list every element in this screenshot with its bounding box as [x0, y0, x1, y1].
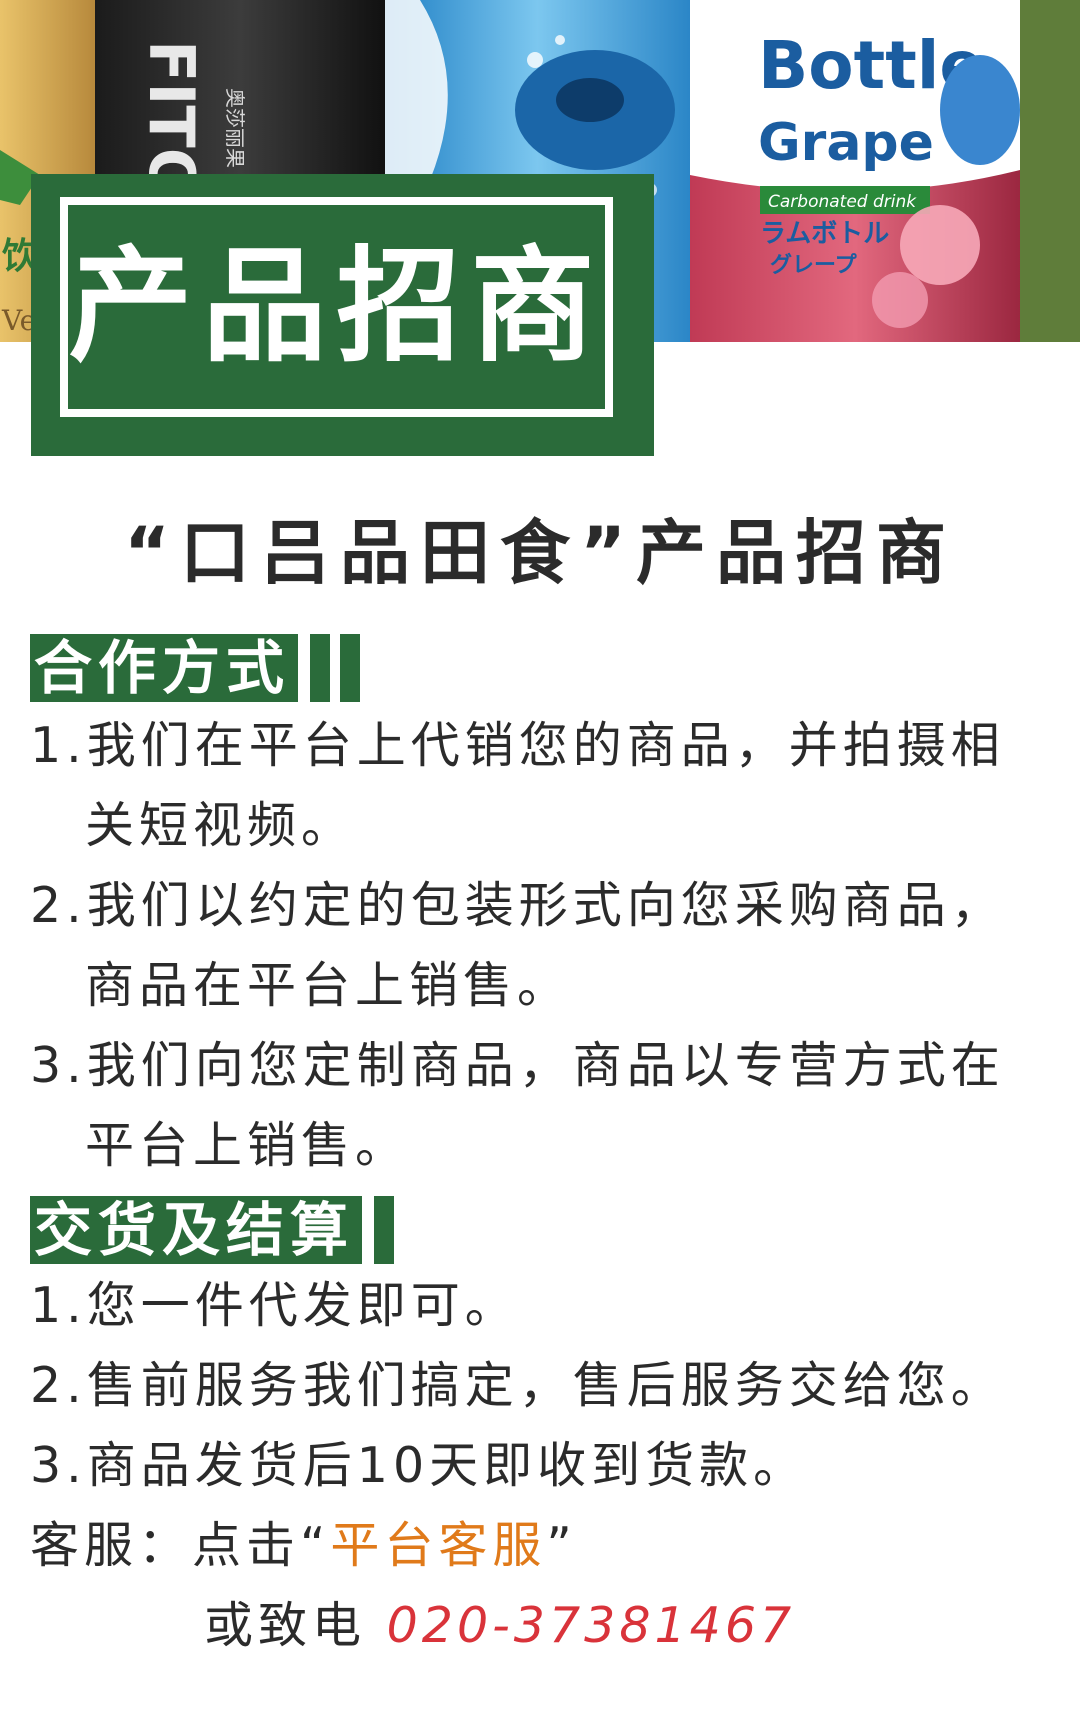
hero-fito-cn: 奥莎丽果: [223, 88, 247, 168]
hero-jp1-text: ラムボトル: [760, 219, 889, 249]
section-stripe: [340, 634, 361, 702]
list-item-text: 商品发货后10天即收到货款。: [86, 1437, 808, 1494]
list-item-number: 3.: [30, 1037, 87, 1094]
list-item-text-continued: 关短视频。: [85, 797, 356, 854]
list-item-number: 3.: [30, 1437, 87, 1494]
customer-service-line: 客服：点击“平台客服”: [30, 1506, 1060, 1586]
list-item-number: 2.: [30, 877, 87, 934]
customer-service-label: 客服：点击: [30, 1517, 301, 1574]
title-badge: 产品招商: [31, 174, 654, 456]
list-item-number: 1.: [30, 1277, 87, 1334]
list-item-text-continued: 商品在平台上销售。: [85, 957, 572, 1014]
quote-open: “: [300, 1517, 331, 1574]
quote-close: ”: [546, 1517, 577, 1574]
list-item-number: 2.: [30, 1357, 87, 1414]
section-stripe: [310, 634, 331, 702]
list-item-number: 1.: [30, 717, 87, 774]
title-badge-frame: 产品招商: [60, 197, 613, 417]
hero-grape-text: Grape: [758, 113, 934, 173]
section-header-delivery: 交货及结算: [30, 1196, 395, 1264]
section-label: 交货及结算: [30, 1196, 363, 1264]
list-item: 2.我们以约定的包装形式向您采购商品， 商品在平台上销售。: [30, 866, 1060, 1026]
call-prefix: 或致电: [204, 1597, 367, 1654]
list-item-text-continued: 平台上销售。: [85, 1117, 410, 1174]
list-item-text: 我们向您定制商品，商品以专营方式在: [86, 1037, 1005, 1094]
list-item-text: 售前服务我们搞定，售后服务交给您。: [86, 1357, 1005, 1414]
phone-line: 或致电 020-37381467: [204, 1586, 1054, 1666]
section-stripe: [374, 1196, 395, 1264]
list-item-text: 我们在平台上代销您的商品，并拍摄相: [86, 717, 1005, 774]
list-item: 2.售前服务我们搞定，售后服务交给您。: [30, 1346, 1060, 1426]
badge-title: 产品招商: [68, 235, 605, 379]
list-item-text: 您一件代发即可。: [86, 1277, 519, 1334]
hero-jp2-text: グレープ: [770, 252, 858, 278]
list-item-text: 我们以约定的包装形式向您采购商品，: [86, 877, 1005, 934]
section-label: 合作方式: [30, 634, 299, 702]
list-item: 1.我们在平台上代销您的商品，并拍摄相 关短视频。: [30, 706, 1060, 866]
section-header-cooperation: 合作方式: [30, 634, 361, 702]
phone-number-link[interactable]: 020-37381467: [387, 1597, 796, 1654]
hero-carbonated-text: Carbonated drink: [768, 192, 917, 212]
platform-service-link[interactable]: 平台客服: [330, 1517, 546, 1574]
list-item: 1.您一件代发即可。: [30, 1266, 1060, 1346]
list-item: 3.商品发货后10天即收到货款。: [30, 1426, 1060, 1506]
list-item: 3.我们向您定制商品，商品以专营方式在 平台上销售。: [30, 1026, 1060, 1186]
page-heading: “口吕品田食”产品招商: [123, 512, 956, 594]
